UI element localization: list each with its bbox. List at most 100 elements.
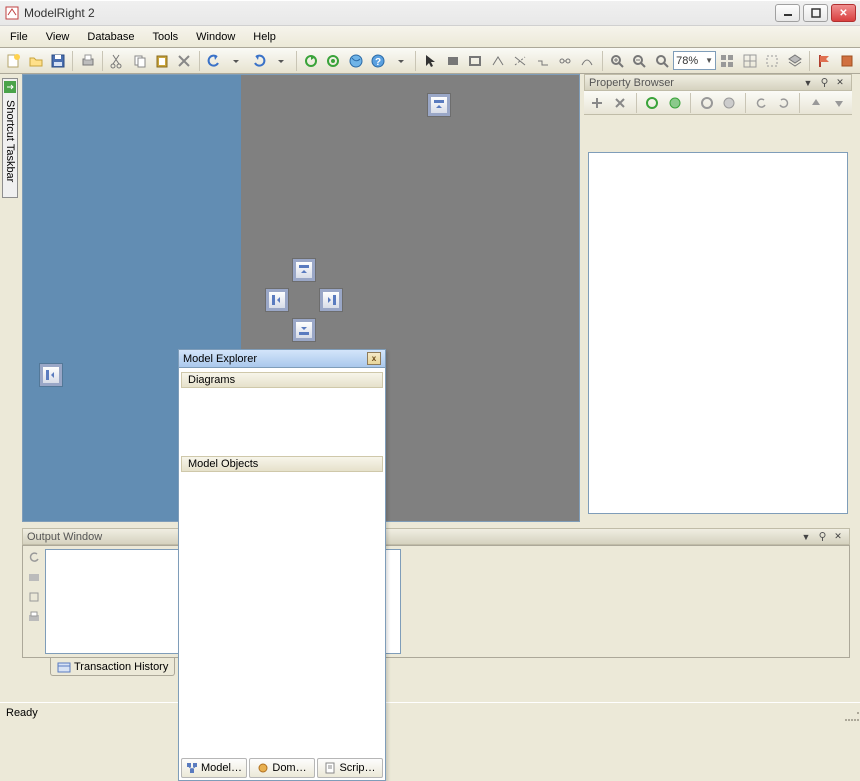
output-tab-history[interactable]: Transaction History [50,658,175,676]
prop-nav1-icon[interactable] [643,92,662,114]
model-explorer-header[interactable]: Model Explorer x [179,350,385,368]
tab-dom[interactable]: Dom… [249,758,315,778]
model-tab-icon [186,762,198,774]
prop-delete-icon[interactable] [611,92,630,114]
history-icon [57,661,71,673]
tab-model[interactable]: Model… [181,758,247,778]
zoom-combo[interactable]: 78% ▼ [673,51,716,70]
shortcut-taskbar[interactable]: Shortcut Taskbar [2,78,18,198]
close-button[interactable]: ✕ [831,4,856,22]
dock-cue-center-left[interactable] [266,289,288,311]
model-explorer-window[interactable]: Model Explorer x Diagrams Model Objects … [178,349,386,781]
paste-icon[interactable] [152,50,172,72]
connector5-icon[interactable] [577,50,597,72]
undo-dropdown-icon[interactable] [226,50,246,72]
open-icon[interactable] [25,50,45,72]
maximize-button[interactable] [803,4,828,22]
prop-down-icon[interactable] [829,92,848,114]
zoom-out-icon[interactable] [629,50,649,72]
panel-close-icon[interactable]: ✕ [833,76,847,89]
output-pin-icon[interactable] [815,530,829,543]
section-diagrams-header[interactable]: Diagrams [181,372,383,388]
tab-scrip[interactable]: Scrip… [317,758,383,778]
grid3-icon[interactable] [762,50,782,72]
property-browser-panel: Property Browser ▼ ✕ [584,74,852,522]
connector4-icon[interactable] [555,50,575,72]
connector3-icon[interactable] [532,50,552,72]
stop-icon[interactable] [836,50,856,72]
output-window-header[interactable]: Output Window ▼ ✕ [22,528,850,545]
help-dropdown-icon[interactable] [390,50,410,72]
prop-nav4-icon[interactable] [720,92,739,114]
flag-icon[interactable] [814,50,834,72]
connector1-icon[interactable] [487,50,507,72]
menu-bar: File View Database Tools Window Help [0,26,860,48]
connector2-icon[interactable] [510,50,530,72]
pointer-icon[interactable] [420,50,440,72]
prop-nav3-icon[interactable] [697,92,716,114]
cut-icon[interactable] [107,50,127,72]
section-diagrams-body[interactable] [181,388,383,452]
prop-redo-icon[interactable] [775,92,794,114]
sync-icon[interactable] [323,50,343,72]
output-close-icon[interactable]: ✕ [831,530,845,543]
menu-window[interactable]: Window [196,31,235,43]
model-explorer-close-icon[interactable]: x [367,352,381,365]
rect-fill-icon[interactable] [442,50,462,72]
panel-pin-icon[interactable] [817,76,831,89]
output-print-icon[interactable] [25,608,43,626]
tab-model-label: Model… [201,762,242,774]
dock-cue-center-right[interactable] [320,289,342,311]
world-icon[interactable] [345,50,365,72]
help-icon[interactable]: ? [368,50,388,72]
zoom-value: 78% [676,55,698,67]
menu-database[interactable]: Database [87,31,134,43]
print-icon[interactable] [77,50,97,72]
grid1-icon[interactable] [717,50,737,72]
app-icon [4,5,20,21]
redo-dropdown-icon[interactable] [271,50,291,72]
property-browser-header[interactable]: Property Browser ▼ ✕ [584,74,852,91]
copy-icon[interactable] [129,50,149,72]
panel-options-icon[interactable]: ▼ [801,76,815,89]
delete-icon[interactable] [174,50,194,72]
output-window-panel: Output Window ▼ ✕ Transaction History [22,528,850,658]
grid2-icon[interactable] [740,50,760,72]
zoom-fit-icon[interactable] [652,50,672,72]
menu-help[interactable]: Help [253,31,276,43]
undo-icon[interactable] [204,50,224,72]
section-objects-header[interactable]: Model Objects [181,456,383,472]
model-explorer-tabs: Model… Dom… Scrip… [181,758,383,778]
save-icon[interactable] [48,50,68,72]
shortcut-icon [4,81,16,96]
resize-grip-icon[interactable] [845,707,859,721]
output-action2-icon[interactable] [25,588,43,606]
output-undo-icon[interactable] [25,548,43,566]
property-browser-body [588,152,848,514]
section-objects-body[interactable] [181,472,383,750]
layers-icon[interactable] [785,50,805,72]
output-tab-history-label: Transaction History [74,661,168,673]
prop-add-icon[interactable] [588,92,607,114]
prop-up-icon[interactable] [806,92,825,114]
app-title: ModelRight 2 [24,6,772,20]
output-options-icon[interactable]: ▼ [799,530,813,543]
output-action1-icon[interactable] [25,568,43,586]
redo-icon[interactable] [249,50,269,72]
zoom-in-icon[interactable] [607,50,627,72]
rect-outline-icon[interactable] [465,50,485,72]
new-icon[interactable] [3,50,23,72]
dock-cue-center-top[interactable] [293,259,315,281]
dock-cue-top[interactable] [428,94,450,116]
refresh-icon[interactable] [301,50,321,72]
minimize-button[interactable] [775,4,800,22]
menu-view[interactable]: View [46,31,70,43]
prop-nav2-icon[interactable] [665,92,684,114]
menu-tools[interactable]: Tools [152,31,178,43]
output-tabs: Transaction History [50,658,175,676]
prop-undo-icon[interactable] [752,92,771,114]
menu-file[interactable]: File [10,31,28,43]
svg-text:?: ? [375,57,381,68]
dock-cue-center-bottom[interactable] [293,319,315,341]
dock-cue-outer-left[interactable] [40,364,62,386]
